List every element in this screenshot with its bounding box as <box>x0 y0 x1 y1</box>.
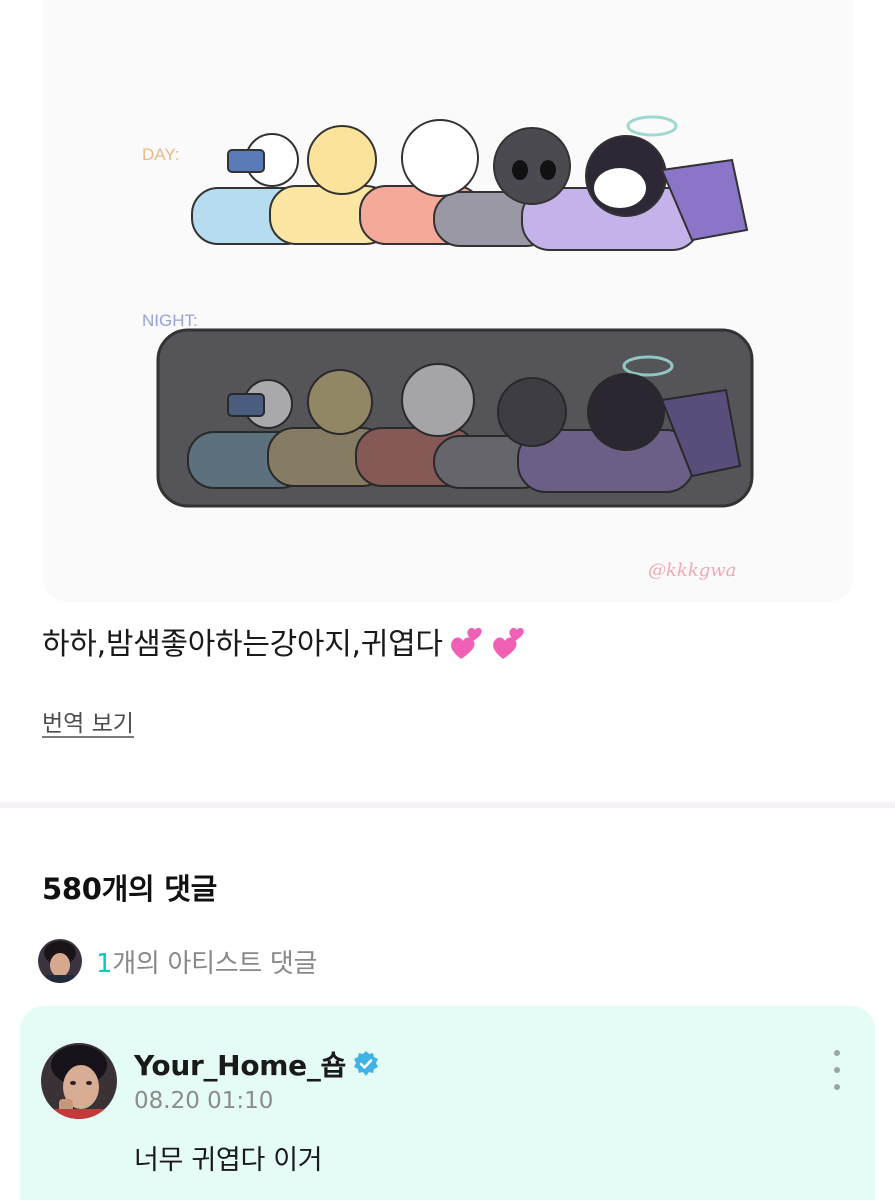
day-label: DAY: <box>142 145 179 164</box>
artist-comment-count: 1 <box>96 948 113 979</box>
halo-day <box>626 115 678 137</box>
comment-author-avatar[interactable] <box>41 1043 117 1119</box>
artist-comment-card[interactable]: Your_Home_숍 08.20 01:10 너무 귀엽다 이거 <box>20 1006 875 1200</box>
illustration: DAY: NIGHT: @kkkgwa <box>142 115 754 581</box>
post-caption-text: 하하,밤샘좋아하는강아지,귀엽다 <box>42 627 443 662</box>
comment-body: 너무 귀엽다 이거 <box>134 1145 323 1176</box>
post-image[interactable]: DAY: NIGHT: @kkkgwa <box>42 0 854 602</box>
artist-comments-link[interactable]: 1개의 아티스트 댓글 <box>38 937 317 985</box>
comment-timestamp: 08.20 01:10 <box>134 1088 274 1114</box>
day-scene <box>191 119 749 251</box>
artist-comments-label: 1개의 아티스트 댓글 <box>96 943 317 980</box>
artist-avatar <box>38 939 82 983</box>
artist-comment-suffix: 개의 아티스트 댓글 <box>112 948 318 979</box>
comments-count-title: 580개의 댓글 <box>42 872 217 906</box>
more-dot <box>834 1050 840 1056</box>
comment-author-name[interactable]: Your_Home_숍 <box>134 1044 380 1084</box>
section-divider <box>0 802 895 808</box>
artist-signature: @kkkgwa <box>648 560 736 581</box>
verified-badge-icon <box>352 1050 380 1078</box>
more-options-icon[interactable] <box>825 1050 849 1090</box>
more-dot <box>834 1084 840 1090</box>
comment-author-text: Your_Home_숍 <box>134 1049 346 1082</box>
translate-link[interactable]: 번역 보기 <box>42 704 134 738</box>
post-caption: 하하,밤샘좋아하는강아지,귀엽다 <box>42 622 527 668</box>
night-label: NIGHT: <box>142 311 198 330</box>
two-hearts-icon <box>447 625 527 665</box>
more-dot <box>834 1067 840 1073</box>
